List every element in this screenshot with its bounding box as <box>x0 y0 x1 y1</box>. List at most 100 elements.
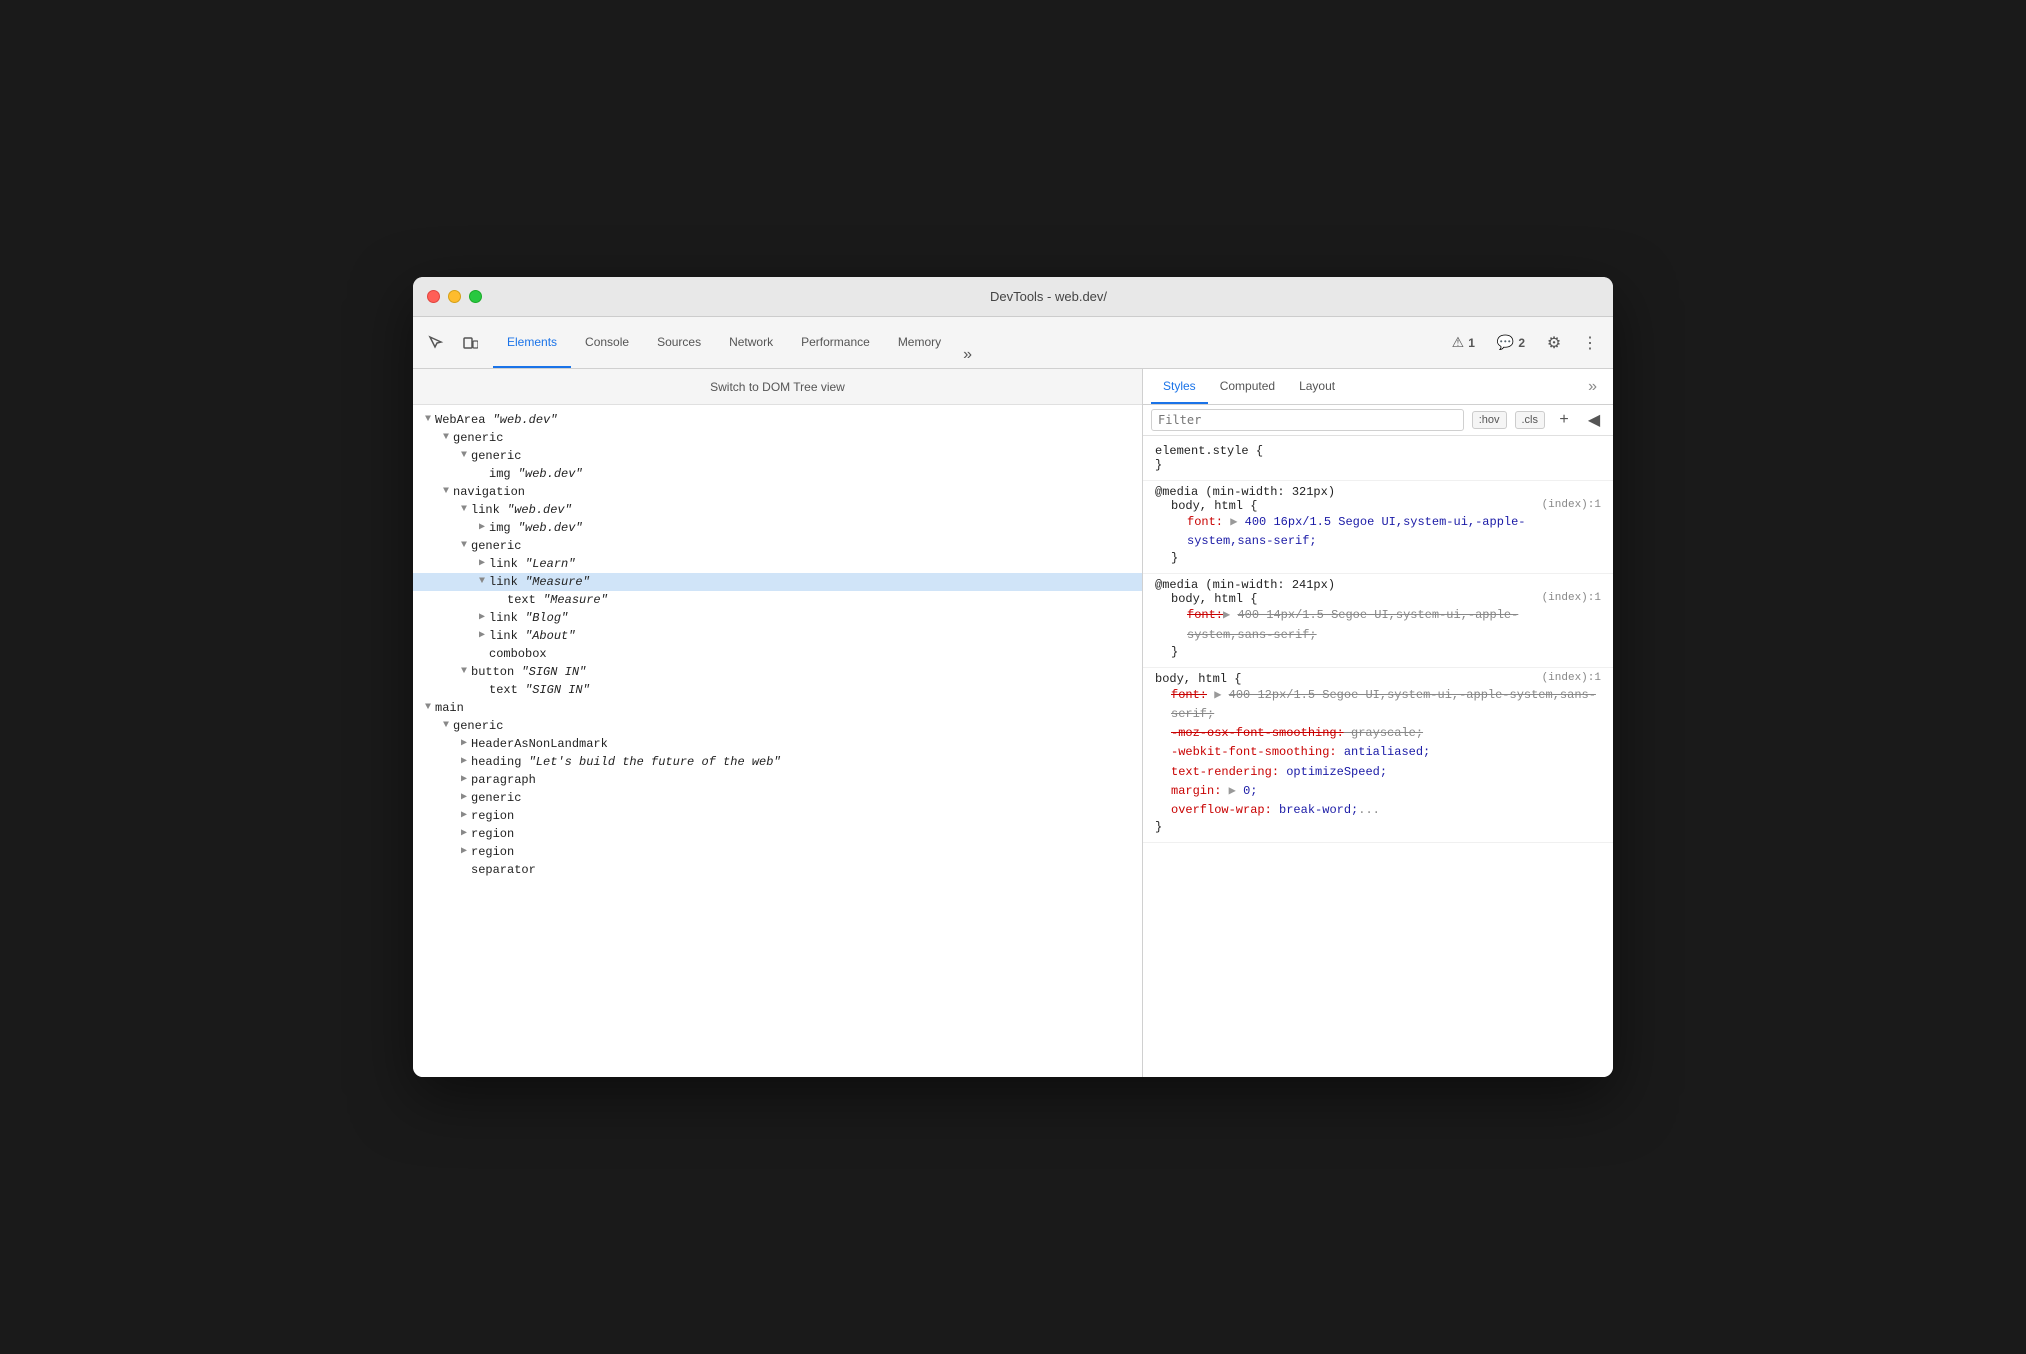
tree-node[interactable]: ▶link "About" <box>413 627 1142 645</box>
close-button[interactable] <box>427 290 440 303</box>
tree-node[interactable]: combobox <box>413 645 1142 663</box>
switch-view-button[interactable]: Switch to DOM Tree view <box>710 380 845 394</box>
tree-node[interactable]: ▶generic <box>413 789 1142 807</box>
tree-node[interactable]: ▶HeaderAsNonLandmark <box>413 735 1142 753</box>
tree-node-text: main <box>435 701 464 715</box>
hov-button[interactable]: :hov <box>1472 411 1507 429</box>
dom-tree[interactable]: ▼WebArea "web.dev"▼generic▼genericimg "w… <box>413 405 1142 1077</box>
minimize-button[interactable] <box>448 290 461 303</box>
css-source[interactable]: (index):1 <box>1542 499 1601 511</box>
css-property[interactable]: font:▶ 400 14px/1.5 Segoe UI,system-ui,-… <box>1155 606 1601 644</box>
maximize-button[interactable] <box>469 290 482 303</box>
message-badge[interactable]: 💬 2 <box>1489 330 1533 355</box>
tree-toggle[interactable]: ▶ <box>457 755 471 769</box>
tree-toggle[interactable]: ▶ <box>457 737 471 751</box>
tree-toggle[interactable]: ▼ <box>457 449 471 463</box>
tree-toggle[interactable]: ▼ <box>457 539 471 553</box>
tree-node[interactable]: ▼WebArea "web.dev" <box>413 411 1142 429</box>
tree-node[interactable]: ▼generic <box>413 537 1142 555</box>
tree-node[interactable]: ▶region <box>413 807 1142 825</box>
tree-node[interactable]: ▶heading "Let's build the future of the … <box>413 753 1142 771</box>
tree-toggle[interactable]: ▶ <box>457 791 471 805</box>
tree-toggle[interactable]: ▼ <box>439 431 453 445</box>
tree-node[interactable]: ▶link "Learn" <box>413 555 1142 573</box>
tree-node[interactable]: img "web.dev" <box>413 465 1142 483</box>
tree-node[interactable]: ▶img "web.dev" <box>413 519 1142 537</box>
toolbar-right: ⚠ 1 💬 2 ⚙ ⋮ <box>1444 328 1605 358</box>
toggle-sidebar-button[interactable]: ◀ <box>1583 409 1605 431</box>
tree-node[interactable]: ▼generic <box>413 717 1142 735</box>
css-close-brace: } <box>1155 551 1601 565</box>
css-property[interactable]: font: ▶ 400 12px/1.5 Segoe UI,system-ui,… <box>1155 686 1601 724</box>
tab-performance[interactable]: Performance <box>787 317 884 368</box>
tree-node[interactable]: ▼link "web.dev" <box>413 501 1142 519</box>
tree-node[interactable]: ▶paragraph <box>413 771 1142 789</box>
css-close-brace: } <box>1155 458 1601 472</box>
tab-computed[interactable]: Computed <box>1208 369 1287 404</box>
tree-toggle[interactable]: ▶ <box>475 557 489 571</box>
cls-button[interactable]: .cls <box>1515 411 1546 429</box>
css-property[interactable]: overflow-wrap: break-word;... <box>1155 801 1601 820</box>
tab-sources[interactable]: Sources <box>643 317 715 368</box>
css-property[interactable]: text-rendering: optimizeSpeed; <box>1155 763 1601 782</box>
inspector-icon[interactable] <box>421 328 451 358</box>
css-property[interactable]: -moz-osx-font-smoothing: grayscale; <box>1155 724 1601 743</box>
tree-toggle[interactable]: ▶ <box>457 809 471 823</box>
tree-node-text: navigation <box>453 485 525 499</box>
tree-toggle[interactable]: ▼ <box>475 575 489 589</box>
tree-toggle[interactable]: ▼ <box>457 665 471 679</box>
tree-toggle[interactable]: ▼ <box>457 503 471 517</box>
tree-node[interactable]: ▶region <box>413 825 1142 843</box>
tab-elements[interactable]: Elements <box>493 317 571 368</box>
tree-toggle[interactable]: ▼ <box>439 719 453 733</box>
add-style-button[interactable]: + <box>1553 409 1575 431</box>
tree-node[interactable]: ▼main <box>413 699 1142 717</box>
tree-node[interactable]: text "SIGN IN" <box>413 681 1142 699</box>
tree-node[interactable]: text "Measure" <box>413 591 1142 609</box>
tree-toggle[interactable]: ▶ <box>475 629 489 643</box>
tree-toggle[interactable]: ▶ <box>475 521 489 535</box>
tree-node[interactable]: separator <box>413 861 1142 879</box>
css-source[interactable]: (index):1 <box>1542 672 1601 684</box>
tree-toggle[interactable]: ▼ <box>421 413 435 427</box>
css-close-brace: } <box>1155 820 1601 834</box>
css-property[interactable]: margin: ▶ 0; <box>1155 782 1601 801</box>
styles-panel: Styles Computed Layout » :hov .cls + ◀ e… <box>1143 369 1613 1077</box>
css-at-rule: @media (min-width: 321px) <box>1155 485 1601 499</box>
device-toggle-icon[interactable] <box>455 328 485 358</box>
tab-styles[interactable]: Styles <box>1151 369 1208 404</box>
styles-filter-bar: :hov .cls + ◀ <box>1143 405 1613 436</box>
tree-toggle[interactable]: ▼ <box>421 701 435 715</box>
tab-layout[interactable]: Layout <box>1287 369 1347 404</box>
tree-node[interactable]: ▼generic <box>413 447 1142 465</box>
toolbar-icons <box>421 328 485 358</box>
tab-console[interactable]: Console <box>571 317 643 368</box>
more-tabs-button[interactable]: » <box>955 342 980 368</box>
tree-node[interactable]: ▼link "Measure" <box>413 573 1142 591</box>
css-property[interactable]: font: ▶ 400 16px/1.5 Segoe UI,system-ui,… <box>1155 513 1601 551</box>
tree-toggle[interactable]: ▼ <box>439 485 453 499</box>
tree-node[interactable]: ▼button "SIGN IN" <box>413 663 1142 681</box>
css-selector: body, html {(index):1 <box>1155 592 1601 606</box>
styles-filter-input[interactable] <box>1151 409 1464 431</box>
more-options-icon[interactable]: ⋮ <box>1575 328 1605 358</box>
warning-badge[interactable]: ⚠ 1 <box>1444 330 1483 355</box>
tab-network[interactable]: Network <box>715 317 787 368</box>
tree-node[interactable]: ▼navigation <box>413 483 1142 501</box>
tree-node[interactable]: ▶link "Blog" <box>413 609 1142 627</box>
css-source[interactable]: (index):1 <box>1542 592 1601 604</box>
styles-more-tabs[interactable]: » <box>1580 378 1605 396</box>
css-property[interactable]: -webkit-font-smoothing: antialiased; <box>1155 743 1601 762</box>
tab-memory[interactable]: Memory <box>884 317 955 368</box>
tree-node[interactable]: ▼generic <box>413 429 1142 447</box>
tree-toggle[interactable]: ▶ <box>457 845 471 859</box>
tree-node-text: text "SIGN IN" <box>489 683 590 697</box>
tree-toggle[interactable]: ▶ <box>475 611 489 625</box>
tree-node-text: region <box>471 827 514 841</box>
tree-toggle[interactable]: ▶ <box>457 827 471 841</box>
tree-node[interactable]: ▶region <box>413 843 1142 861</box>
settings-icon[interactable]: ⚙ <box>1539 328 1569 358</box>
tree-toggle[interactable]: ▶ <box>457 773 471 787</box>
tree-node-text: generic <box>471 791 521 805</box>
tree-node-text: button "SIGN IN" <box>471 665 586 679</box>
